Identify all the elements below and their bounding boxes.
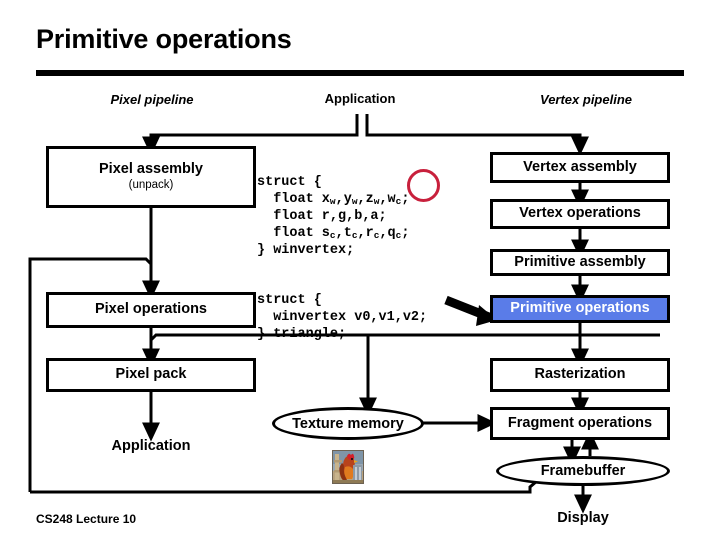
ellipse-texture-memory-label: Texture memory (292, 415, 404, 432)
box-primitive-operations[interactable]: Primitive operations (490, 295, 670, 323)
code-l4-prefix: float s (257, 226, 330, 241)
box-pixel-assembly[interactable]: Pixel assembly (unpack) (46, 146, 256, 208)
code-triangle-line3: } triangle; (257, 327, 347, 342)
code-winvertex: struct { float xw,yw,zw,wc; float r,g,b,… (257, 157, 409, 259)
box-pixel-operations-label: Pixel operations (94, 301, 207, 318)
box-vertex-assembly-label: Vertex assembly (523, 158, 637, 175)
code-winvertex-line3: float r,g,b,a; (257, 209, 387, 224)
label-display: Display (557, 510, 609, 526)
ellipse-texture-memory[interactable]: Texture memory (272, 407, 424, 440)
slide-canvas: Primitive operations Pixel pipeline Appl… (0, 0, 720, 540)
rooster-texture-image (332, 450, 364, 484)
box-pixel-assembly-title: Pixel assembly (99, 161, 203, 178)
box-rasterization-label: Rasterization (534, 366, 626, 383)
ellipse-framebuffer[interactable]: Framebuffer (496, 456, 670, 486)
box-primitive-assembly-label: Primitive assembly (514, 253, 646, 270)
code-l2-mid3: ,w (379, 192, 396, 207)
code-triangle-line1: struct { (257, 293, 322, 308)
box-pixel-pack-label: Pixel pack (115, 366, 187, 383)
title-divider (36, 70, 684, 76)
rooster-texture-svg (333, 451, 363, 483)
code-winvertex-line4: float sc,tc,rc,qc; (257, 226, 409, 241)
code-l2-mid1: ,y (335, 192, 352, 207)
code-l2-suffix: ; (401, 192, 410, 207)
box-pixel-pack[interactable]: Pixel pack (46, 358, 256, 392)
heading-pixel-pipeline: Pixel pipeline (110, 92, 194, 107)
code-l4-mid2: ,r (357, 226, 374, 241)
box-vertex-operations-label: Vertex operations (519, 205, 641, 222)
box-vertex-operations[interactable]: Vertex operations (490, 199, 670, 229)
code-l2-mid2: ,z (357, 192, 374, 207)
code-winvertex-line2: float xw,yw,zw,wc; (257, 192, 409, 207)
code-winvertex-line5: } winvertex; (257, 243, 355, 258)
box-pixel-assembly-subtitle: (unpack) (128, 179, 174, 192)
code-l4-suffix: ; (401, 226, 410, 241)
code-triangle: struct { winvertex v0,v1,v2; } triangle; (257, 275, 427, 343)
heading-application: Application (324, 91, 396, 106)
label-application-output: Application (111, 438, 191, 454)
page-title: Primitive operations (36, 24, 292, 54)
code-l4-mid3: ,q (379, 226, 396, 241)
box-primitive-assembly[interactable]: Primitive assembly (490, 249, 670, 276)
heading-vertex-pipeline: Vertex pipeline (540, 92, 632, 107)
ellipse-framebuffer-label: Framebuffer (540, 463, 626, 479)
highlight-circle-icon (407, 169, 440, 202)
box-rasterization[interactable]: Rasterization (490, 358, 670, 392)
box-primitive-operations-label: Primitive operations (510, 300, 650, 317)
box-fragment-operations-label: Fragment operations (507, 414, 653, 431)
code-l2-prefix: float x (257, 192, 330, 207)
code-winvertex-line1: struct { (257, 175, 322, 190)
code-triangle-line2: winvertex v0,v1,v2; (257, 310, 428, 325)
box-vertex-assembly[interactable]: Vertex assembly (490, 152, 670, 183)
box-pixel-operations[interactable]: Pixel operations (46, 292, 256, 328)
code-l4-mid1: ,t (335, 226, 352, 241)
footer-text: CS248 Lecture 10 (36, 512, 137, 526)
box-fragment-operations[interactable]: Fragment operations (490, 407, 670, 440)
